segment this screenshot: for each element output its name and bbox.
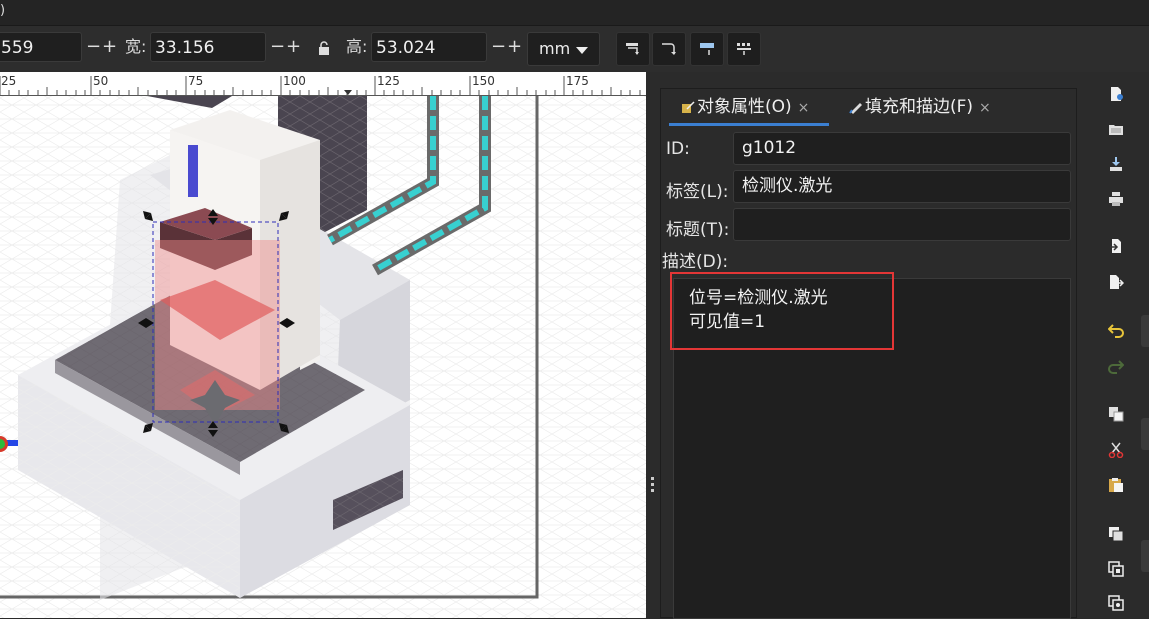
transform-gradient-icon[interactable] — [690, 32, 724, 66]
ruler-label: 125 — [377, 74, 400, 88]
transform-pattern-icon[interactable] — [727, 32, 761, 66]
redo-icon[interactable] — [1108, 358, 1125, 374]
duplicate-icon[interactable] — [1108, 526, 1124, 542]
print-icon[interactable] — [1108, 191, 1124, 207]
horizontal-ruler[interactable]: 25 50 75 100 125 150 175 — [0, 72, 646, 96]
undo-icon[interactable] — [1107, 322, 1124, 338]
illustration-laser-detector — [0, 96, 646, 618]
close-icon[interactable]: × — [798, 100, 810, 116]
window-title-fragment: ) — [0, 3, 6, 18]
ruler-label: 150 — [472, 74, 495, 88]
unit-value: mm — [539, 39, 571, 58]
title-field[interactable] — [733, 208, 1071, 241]
drawing-canvas[interactable] — [0, 96, 646, 618]
label-field[interactable]: 检测仪.激光 — [733, 170, 1071, 203]
width-increment-button[interactable]: + — [286, 32, 301, 62]
transform-corners-icon[interactable] — [652, 32, 686, 66]
height-label: 高: — [346, 37, 368, 56]
paste-icon[interactable] — [1108, 477, 1124, 493]
id-label: ID: — [666, 139, 690, 159]
object-properties-panel: 对象属性(O) × 填充和描边(F) × ID: g1012 标签(L): 检测仪.… — [660, 88, 1077, 619]
unlink-clone-icon[interactable] — [1108, 595, 1124, 611]
title-label: 标题(T): — [666, 220, 730, 240]
object-properties-icon — [681, 91, 695, 113]
clone-icon[interactable] — [1108, 561, 1124, 577]
window-titlebar: ) — [0, 0, 1149, 26]
description-label: 描述(D): — [662, 252, 729, 272]
height-increment-button[interactable]: + — [507, 32, 522, 62]
fill-stroke-icon — [849, 91, 863, 114]
tool-controls-bar: 559 − + 宽: 33.156 − + 高: 53.024 − + mm — [0, 26, 1149, 72]
import-icon[interactable] — [1108, 238, 1124, 254]
unit-select[interactable]: mm — [527, 32, 600, 66]
tab-object-properties[interactable]: 对象属性(O) × — [681, 89, 809, 125]
x-decrement-button[interactable]: − — [86, 32, 101, 62]
open-document-icon[interactable] — [1108, 121, 1124, 137]
ruler-label: 50 — [93, 74, 109, 88]
ruler-label: 75 — [188, 74, 204, 88]
cut-icon[interactable] — [1108, 442, 1124, 459]
ruler-label: 100 — [283, 74, 306, 88]
description-field[interactable]: 位号=检测仪.激光 可见值=1 — [670, 272, 1071, 619]
tab-object-properties-label: 对象属性(O) — [697, 97, 792, 117]
tab-fill-stroke-label: 填充和描边(F) — [865, 97, 974, 117]
x-increment-button[interactable]: + — [102, 32, 117, 62]
chevron-down-icon — [576, 47, 588, 54]
width-label: 宽: — [125, 37, 147, 56]
toolbar-overflow-handle[interactable] — [1141, 315, 1149, 347]
new-document-icon[interactable] — [1108, 86, 1124, 102]
width-field[interactable]: 33.156 — [150, 32, 266, 62]
save-icon[interactable] — [1108, 156, 1124, 172]
toolbar-overflow-handle[interactable] — [1141, 418, 1149, 450]
id-field[interactable]: g1012 — [733, 132, 1071, 165]
height-decrement-button[interactable]: − — [491, 32, 506, 62]
x-field[interactable]: 559 — [0, 32, 82, 62]
ruler-label: 25 — [1, 74, 17, 88]
commands-bar — [1077, 72, 1149, 618]
highlight-annotation-box — [670, 272, 894, 350]
tab-fill-stroke[interactable]: 填充和描边(F) × — [849, 89, 991, 125]
width-decrement-button[interactable]: − — [270, 32, 285, 62]
export-icon[interactable] — [1108, 274, 1125, 290]
active-tab-indicator — [669, 123, 829, 126]
close-icon[interactable]: × — [979, 100, 991, 116]
label-label: 标签(L): — [666, 182, 729, 202]
panel-splitter[interactable] — [646, 72, 660, 618]
transform-stroke-icon[interactable] — [616, 32, 650, 66]
toolbar-overflow-handle[interactable] — [1141, 540, 1149, 572]
height-field[interactable]: 53.024 — [371, 32, 487, 62]
copy-icon[interactable] — [1108, 406, 1124, 422]
ruler-label: 175 — [566, 74, 589, 88]
lock-ratio-icon[interactable] — [318, 40, 330, 59]
